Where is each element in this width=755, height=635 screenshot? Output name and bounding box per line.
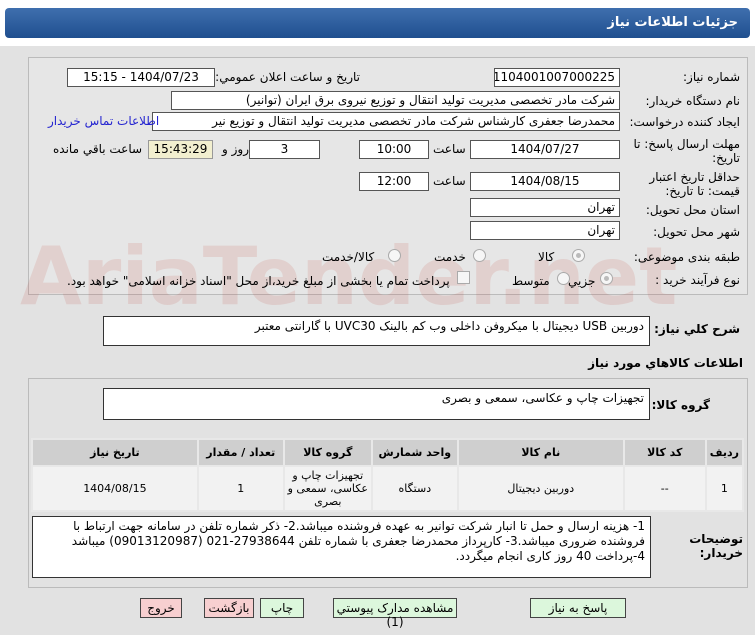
category-option-service: خدمت xyxy=(434,250,466,264)
creator-label: ايجاد کننده درخواست: xyxy=(629,115,740,129)
payment-note: پرداخت تمام يا بخشی از مبلغ خريد،از محل … xyxy=(67,274,450,288)
col-date: تاريخ نياز xyxy=(31,438,199,467)
deadline-time-field[interactable]: 10:00 xyxy=(359,140,429,159)
header: جزئيات اطلاعات نياز xyxy=(0,0,755,46)
deadline-hour-label: ساعت xyxy=(433,142,466,156)
remaining-label: ساعت باقي مانده xyxy=(53,142,143,156)
col-quantity: تعداد / مقدار xyxy=(196,438,285,467)
print-button[interactable]: چاپ xyxy=(260,598,304,618)
page-title: جزئيات اطلاعات نياز xyxy=(5,8,750,38)
category-option-goods: کالا xyxy=(538,250,555,264)
buyer-label: نام دستگاه خريدار: xyxy=(645,94,741,108)
summary-textarea[interactable]: دوربین USB دیجیتال با میکروفن داخلی وب ک… xyxy=(103,316,650,346)
islamic-treasury-checkbox[interactable] xyxy=(457,271,470,284)
goods-table: رديف کد کالا نام کالا واحد شمارش گروه کا… xyxy=(31,438,745,512)
view-attachments-button[interactable]: مشاهده مدارک پيوستي (1) xyxy=(333,598,457,629)
cell-unit: دستگاه xyxy=(370,465,459,512)
process-option-minor: جزيي xyxy=(568,274,596,288)
col-code: کد کالا xyxy=(622,438,707,467)
notes-line-1: 1- هزینه ارسال و حمل تا انبار شرکت توانی… xyxy=(71,519,645,548)
category-radio-goods[interactable] xyxy=(572,249,585,262)
announce-field[interactable]: 1404/07/23 - 15:15 xyxy=(67,68,215,87)
validity-time-field[interactable]: 12:00 xyxy=(359,172,429,191)
cell-code: -- xyxy=(622,465,707,512)
goods-group-label: گروه کالا: xyxy=(651,398,710,412)
validity-date-field[interactable]: 1404/08/15 xyxy=(470,172,620,191)
notes-label: توضيحات خريدار: xyxy=(689,532,743,560)
cell-row: 1 xyxy=(704,465,745,512)
validity-hour-label: ساعت xyxy=(433,174,466,188)
announce-label: تاريخ و ساعت اعلان عمومي: xyxy=(215,70,360,84)
cell-quantity: 1 xyxy=(196,465,285,512)
deadline-label: مهلت ارسال پاسخ: تا تاريخ: xyxy=(633,137,740,165)
validity-label: حداقل تاريخ اعتبار قيمت: تا تاريخ: xyxy=(649,170,740,198)
province-label: استان محل تحويل: xyxy=(645,203,740,217)
exit-button[interactable]: خروج xyxy=(140,598,182,618)
category-radio-goods-service[interactable] xyxy=(388,249,401,262)
buyer-field[interactable]: شرکت مادر تخصصی مدیریت تولید انتقال و تو… xyxy=(171,91,620,110)
deadline-date-field[interactable]: 1404/07/27 xyxy=(470,140,620,159)
process-radio-minor[interactable] xyxy=(600,272,613,285)
need-number-field[interactable]: 1104001007000225 xyxy=(494,68,620,87)
goods-section-title: اطلاعات کالاهاي مورد نياز xyxy=(588,356,743,370)
need-number-label: شماره نياز: xyxy=(683,70,740,84)
notes-textarea[interactable]: 1- هزینه ارسال و حمل تا انبار شرکت توانی… xyxy=(32,516,651,578)
city-field[interactable]: تهران xyxy=(470,221,620,240)
process-option-medium: متوسط xyxy=(512,274,550,288)
process-label: نوع فرآيند خريد : xyxy=(655,273,740,287)
reply-button[interactable]: پاسخ به نياز xyxy=(530,598,626,618)
remaining-time: 15:43:29 xyxy=(148,140,213,159)
province-field[interactable]: تهران xyxy=(470,198,620,217)
col-unit: واحد شمارش xyxy=(370,438,459,467)
table-row: 1 -- دوربین دیجیتال دستگاه تجهیزات چاپ و… xyxy=(31,465,745,512)
cell-date: 1404/08/15 xyxy=(31,465,199,512)
goods-group-textarea[interactable]: تجهیزات چاپ و عکاسی، سمعی و بصری xyxy=(103,388,650,420)
notes-line-2: 4-پرداخت 40 روز کاری انجام میگردد. xyxy=(455,549,645,563)
category-option-goods-service: کالا/خدمت xyxy=(322,250,375,264)
cell-name: دوربین دیجیتال xyxy=(456,465,625,512)
col-group: گروه کالا xyxy=(282,438,373,467)
col-row: رديف xyxy=(704,438,745,467)
city-label: شهر محل تحويل: xyxy=(653,225,740,239)
days-label: روز و xyxy=(222,142,249,156)
category-label: طبقه بندی موضوعی: xyxy=(633,250,740,264)
back-button[interactable]: بازگشت xyxy=(204,598,254,618)
buyer-contact-link[interactable]: اطلاعات تماس خريدار xyxy=(48,114,159,128)
col-name: نام کالا xyxy=(456,438,625,467)
creator-field[interactable]: محمدرضا جعفری کارشناس شرکت مادر تخصصی مد… xyxy=(152,112,620,131)
process-radio-medium[interactable] xyxy=(557,272,570,285)
cell-group: تجهیزات چاپ و عکاسی، سمعی و بصری xyxy=(282,465,373,512)
days-field[interactable]: 3 xyxy=(249,140,320,159)
category-radio-service[interactable] xyxy=(473,249,486,262)
summary-label: شرح کلي نياز: xyxy=(654,322,740,336)
